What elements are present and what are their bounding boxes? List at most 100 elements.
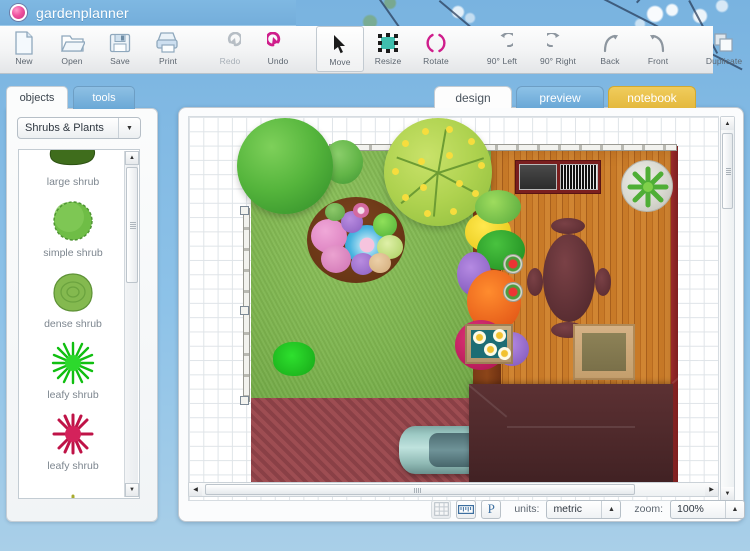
large-tree[interactable] — [237, 118, 333, 214]
rotate-right-90-button[interactable]: 90° Right — [530, 26, 586, 72]
house-roof[interactable] — [469, 384, 673, 492]
tab-tools[interactable]: tools — [73, 86, 135, 109]
rotate-button[interactable]: Rotate — [412, 26, 460, 72]
rose-flower[interactable] — [353, 203, 369, 218]
potted-plant[interactable] — [503, 254, 523, 274]
plants-toggle-button[interactable]: P — [481, 500, 501, 519]
grill-lid — [519, 164, 557, 190]
category-select[interactable]: Shrubs & Plants ▼ — [17, 117, 141, 139]
chevron-down-icon[interactable]: ▼ — [118, 118, 140, 138]
redo-arrow-icon — [219, 30, 241, 55]
tab-notebook[interactable]: notebook — [608, 86, 696, 108]
send-to-back-button[interactable]: Back — [586, 26, 634, 72]
new-button[interactable]: New — [0, 26, 48, 72]
scroll-left-icon[interactable]: ◀ — [189, 483, 202, 496]
duplicate-button[interactable]: Duplicate — [696, 26, 750, 72]
list-item[interactable]: large shrub — [21, 149, 125, 188]
green-shrub[interactable] — [373, 213, 397, 237]
undo-button[interactable]: Undo — [254, 26, 302, 72]
patio-chair[interactable] — [527, 268, 543, 296]
blossom-dot — [468, 138, 475, 145]
zoom-select[interactable]: 100% ▲ — [670, 500, 745, 519]
scroll-right-icon[interactable]: ▶ — [705, 483, 718, 496]
small-green-sprig[interactable] — [325, 203, 345, 221]
tan-flower-clump[interactable] — [369, 253, 391, 273]
horizontal-scrollbar-thumb[interactable] — [205, 484, 635, 495]
blossom-dot — [472, 190, 479, 197]
list-item-label: dense shrub — [21, 318, 125, 330]
resize-button[interactable]: Resize — [364, 26, 412, 72]
green-leaf-plant[interactable] — [475, 190, 521, 224]
rotate-left-90-button[interactable]: 90° Left — [474, 26, 530, 72]
grid-toggle-button[interactable] — [431, 500, 451, 519]
scrollbar-thumb[interactable] — [126, 167, 138, 283]
scroll-down-icon[interactable]: ▼ — [125, 483, 139, 497]
fence-left[interactable] — [243, 208, 250, 402]
save-button-label: Save — [110, 56, 130, 66]
tab-notebook-label: notebook — [627, 91, 676, 105]
canvas-vertical-scrollbar[interactable]: ▲ ▼ — [720, 116, 735, 501]
resize-handles-icon — [377, 30, 399, 55]
new-document-icon — [13, 30, 35, 55]
list-item-label: simple shrub — [21, 247, 125, 259]
letter-p-icon: P — [488, 501, 495, 517]
pink-flower-clump[interactable] — [321, 245, 351, 273]
sandbox[interactable] — [573, 324, 635, 380]
garden-canvas[interactable] — [188, 116, 719, 501]
scroll-up-icon[interactable]: ▲ — [125, 151, 139, 165]
list-item[interactable] — [21, 481, 125, 499]
toolbar-group-arrange: 90° Left 90° Right Back — [474, 26, 682, 74]
chevron-up-icon[interactable]: ▲ — [601, 501, 620, 518]
main-toolbar: New Open — [0, 26, 713, 74]
tab-tools-label: tools — [92, 92, 115, 104]
bbq-grill[interactable] — [515, 160, 601, 194]
grid-icon — [434, 502, 449, 516]
fence-post[interactable] — [240, 396, 249, 405]
ruler-toggle-button[interactable] — [456, 500, 476, 519]
tab-preview-label: preview — [539, 91, 580, 105]
object-list[interactable]: large shrub simple shrub — [18, 149, 140, 499]
potted-plant[interactable] — [503, 282, 523, 302]
vertical-scrollbar-thumb[interactable] — [722, 133, 733, 209]
patio-table[interactable] — [543, 234, 595, 322]
print-button[interactable]: Print — [144, 26, 192, 72]
bring-to-front-button[interactable]: Front — [634, 26, 682, 72]
stone-circle-plant[interactable] — [621, 160, 673, 212]
list-item-label: leafy shrub — [21, 460, 125, 472]
tab-preview[interactable]: preview — [516, 86, 604, 108]
fence-top[interactable] — [329, 144, 677, 151]
duplicate-icon — [713, 30, 735, 55]
save-button[interactable]: Save — [96, 26, 144, 72]
blossom-dot — [446, 126, 453, 133]
scroll-up-icon[interactable]: ▲ — [721, 117, 734, 130]
chevron-up-icon[interactable]: ▲ — [725, 501, 744, 518]
tab-objects[interactable]: objects — [6, 86, 68, 109]
open-button[interactable]: Open — [48, 26, 96, 72]
fence-post[interactable] — [240, 306, 249, 315]
list-item[interactable]: leafy shrub — [21, 339, 125, 401]
redo-button[interactable]: Redo — [206, 26, 254, 72]
units-select[interactable]: metric ▲ — [546, 500, 621, 519]
window-titlebar: gardenplanner — [0, 0, 296, 26]
canvas-horizontal-scrollbar[interactable]: ◀ ▶ — [188, 482, 719, 497]
patio-chair[interactable] — [551, 218, 585, 234]
roof-ridge-line — [507, 426, 635, 428]
planter-box[interactable] — [465, 324, 513, 364]
blossom-dot — [422, 128, 429, 135]
blossom-dot — [420, 184, 427, 191]
pond-bed[interactable] — [307, 197, 405, 283]
grass-tuft[interactable] — [273, 342, 315, 376]
blossom-dot — [424, 210, 431, 217]
list-item[interactable]: leafy shrub — [21, 410, 125, 472]
patio-chair[interactable] — [595, 268, 611, 296]
list-item[interactable]: dense shrub — [21, 268, 125, 330]
list-item[interactable]: simple shrub — [21, 197, 125, 259]
move-button[interactable]: Move — [316, 26, 364, 72]
blossom-dot — [456, 180, 463, 187]
tab-design[interactable]: design — [434, 86, 512, 108]
object-list-scrollbar[interactable]: ▲ ▼ — [124, 151, 138, 497]
blossom-dot — [478, 162, 485, 169]
fence-post[interactable] — [240, 206, 249, 215]
send-to-back-label: Back — [600, 56, 619, 66]
rotate-right-90-label: 90° Right — [540, 56, 576, 66]
